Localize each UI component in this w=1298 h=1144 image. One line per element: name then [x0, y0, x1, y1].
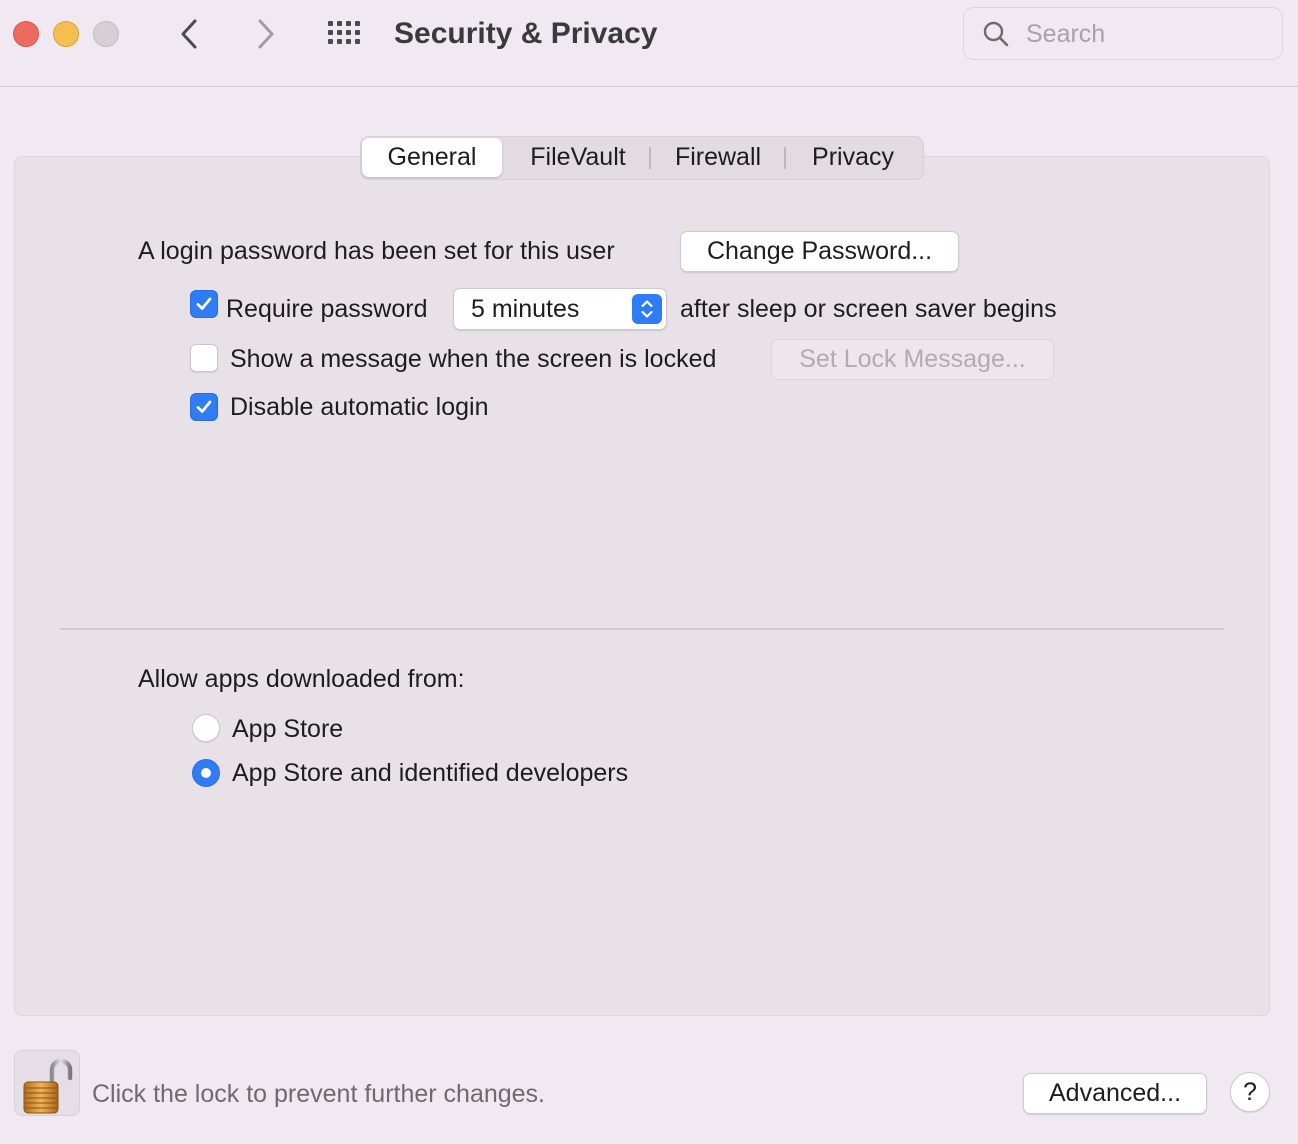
help-button[interactable]: ?: [1230, 1072, 1270, 1112]
show-message-checkbox[interactable]: [190, 344, 218, 372]
login-password-label: A login password has been set for this u…: [138, 237, 615, 265]
allow-apps-heading: Allow apps downloaded from:: [138, 665, 465, 693]
advanced-button[interactable]: Advanced...: [1023, 1073, 1207, 1114]
tab-separator: [784, 147, 786, 169]
minimize-button[interactable]: [53, 21, 79, 47]
require-password-label: Require password: [226, 295, 428, 323]
lock-button[interactable]: [14, 1050, 80, 1116]
show-all-button[interactable]: [326, 18, 366, 52]
radio-app-store-identified[interactable]: [192, 759, 220, 787]
show-message-label: Show a message when the screen is locked: [230, 345, 717, 373]
general-panel: [14, 156, 1270, 1016]
require-password-delay-select[interactable]: 5 minutes: [453, 288, 667, 330]
title-bar: Security & Privacy: [0, 0, 1298, 87]
tab-firewall[interactable]: Firewall: [653, 138, 783, 177]
tab-filevault[interactable]: FileVault: [507, 138, 649, 177]
popup-stepper: [632, 294, 662, 324]
change-password-button[interactable]: Change Password...: [680, 231, 959, 272]
chevron-up-down-icon: [641, 300, 653, 318]
window-title: Security & Privacy: [394, 17, 658, 50]
tab-privacy[interactable]: Privacy: [787, 138, 919, 177]
checkmark-icon: [196, 297, 212, 310]
chevron-right-icon: [258, 19, 274, 49]
forward-button[interactable]: [245, 14, 285, 54]
require-password-checkbox[interactable]: [190, 290, 218, 318]
search-field[interactable]: [963, 7, 1283, 60]
close-button[interactable]: [13, 21, 39, 47]
tab-bar: General FileVault Firewall Privacy: [360, 136, 924, 180]
checkmark-icon: [196, 400, 212, 413]
disable-auto-login-label: Disable automatic login: [230, 393, 489, 421]
back-button[interactable]: [170, 14, 210, 54]
grid-icon: [328, 21, 360, 44]
zoom-button: [93, 21, 119, 47]
require-password-delay-value: 5 minutes: [471, 295, 580, 323]
radio-app-store-identified-label: App Store and identified developers: [232, 759, 629, 787]
radio-dot: [201, 768, 211, 778]
require-password-suffix: after sleep or screen saver begins: [680, 295, 1057, 323]
search-icon: [983, 21, 1009, 47]
search-input[interactable]: [1024, 16, 1273, 52]
tab-separator: [649, 147, 651, 169]
radio-app-store[interactable]: [192, 714, 220, 742]
lock-icon: [23, 1058, 73, 1114]
disable-auto-login-checkbox[interactable]: [190, 393, 218, 421]
set-lock-message-button[interactable]: Set Lock Message...: [771, 339, 1054, 380]
lock-status-text: Click the lock to prevent further change…: [92, 1080, 546, 1108]
tab-general[interactable]: General: [362, 138, 502, 177]
chevron-left-icon: [181, 19, 197, 49]
section-divider: [60, 628, 1224, 630]
radio-app-store-label: App Store: [232, 715, 344, 743]
